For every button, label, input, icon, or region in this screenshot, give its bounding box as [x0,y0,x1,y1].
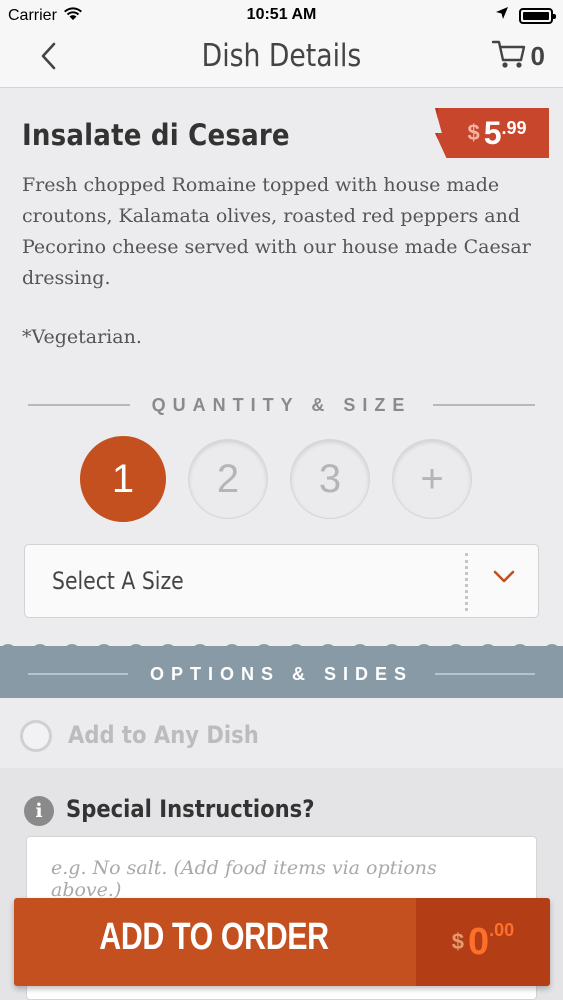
order-total-cents: .00 [489,920,515,940]
dish-description: Fresh chopped Romaine topped with house … [22,174,531,289]
price-dollars: 5 [483,114,502,151]
size-select-label: Select A Size [52,567,184,595]
price-tag: $ 5 .99 [435,108,549,158]
quantity-size-label: QUANTITY & SIZE [151,394,412,415]
cart-button[interactable]: 0 [491,38,545,75]
quantity-selector: 1 2 3 + [80,436,472,522]
wave-edge [0,644,563,648]
price-cents: .99 [501,118,527,138]
order-total-dollars: 0 [468,920,490,963]
location-arrow-icon [495,6,509,25]
add-to-any-dish-label: Add to Any Dish [68,721,259,749]
divider [28,673,128,675]
quantity-option-3[interactable]: 3 [290,439,370,519]
divider [28,404,130,406]
status-time: 10:51 AM [246,6,317,23]
divider [465,553,468,611]
options-sides-heading: OPTIONS & SIDES [28,659,535,689]
cart-icon [491,38,527,75]
size-select[interactable]: Select A Size [24,544,539,618]
special-instructions-title: Special Instructions? [66,795,315,823]
page-title: Dish Details [201,38,362,74]
divider [435,673,535,675]
nav-bar: Dish Details 0 [0,30,563,88]
price-currency: $ [467,120,480,145]
dish-name: Insalate di Cesare [22,118,290,152]
order-total-currency: $ [451,929,465,954]
add-to-order-label: ADD TO ORDER [99,916,329,958]
quantity-option-1[interactable]: 1 [80,436,166,522]
add-to-any-dish-option[interactable]: Add to Any Dish [0,698,563,768]
battery-icon [519,7,556,24]
info-icon: i [24,796,54,826]
quantity-option-2[interactable]: 2 [188,439,268,519]
options-sides-band: OPTIONS & SIDES [0,644,563,698]
status-right [495,6,556,25]
cart-count: 0 [530,41,545,71]
dish-note: *Vegetarian. [22,326,142,348]
add-to-any-dish-radio[interactable] [20,720,52,752]
quantity-size-heading: QUANTITY & SIZE [28,390,535,420]
quantity-more-button[interactable]: + [392,439,472,519]
options-sides-label: OPTIONS & SIDES [149,663,414,684]
order-total: $ 0 .00 [416,898,550,986]
chevron-down-icon [492,569,516,590]
status-bar: Carrier 10:51 AM [0,0,563,30]
divider [433,404,535,406]
add-to-order-button[interactable]: ADD TO ORDER $ 0 .00 [14,898,550,986]
